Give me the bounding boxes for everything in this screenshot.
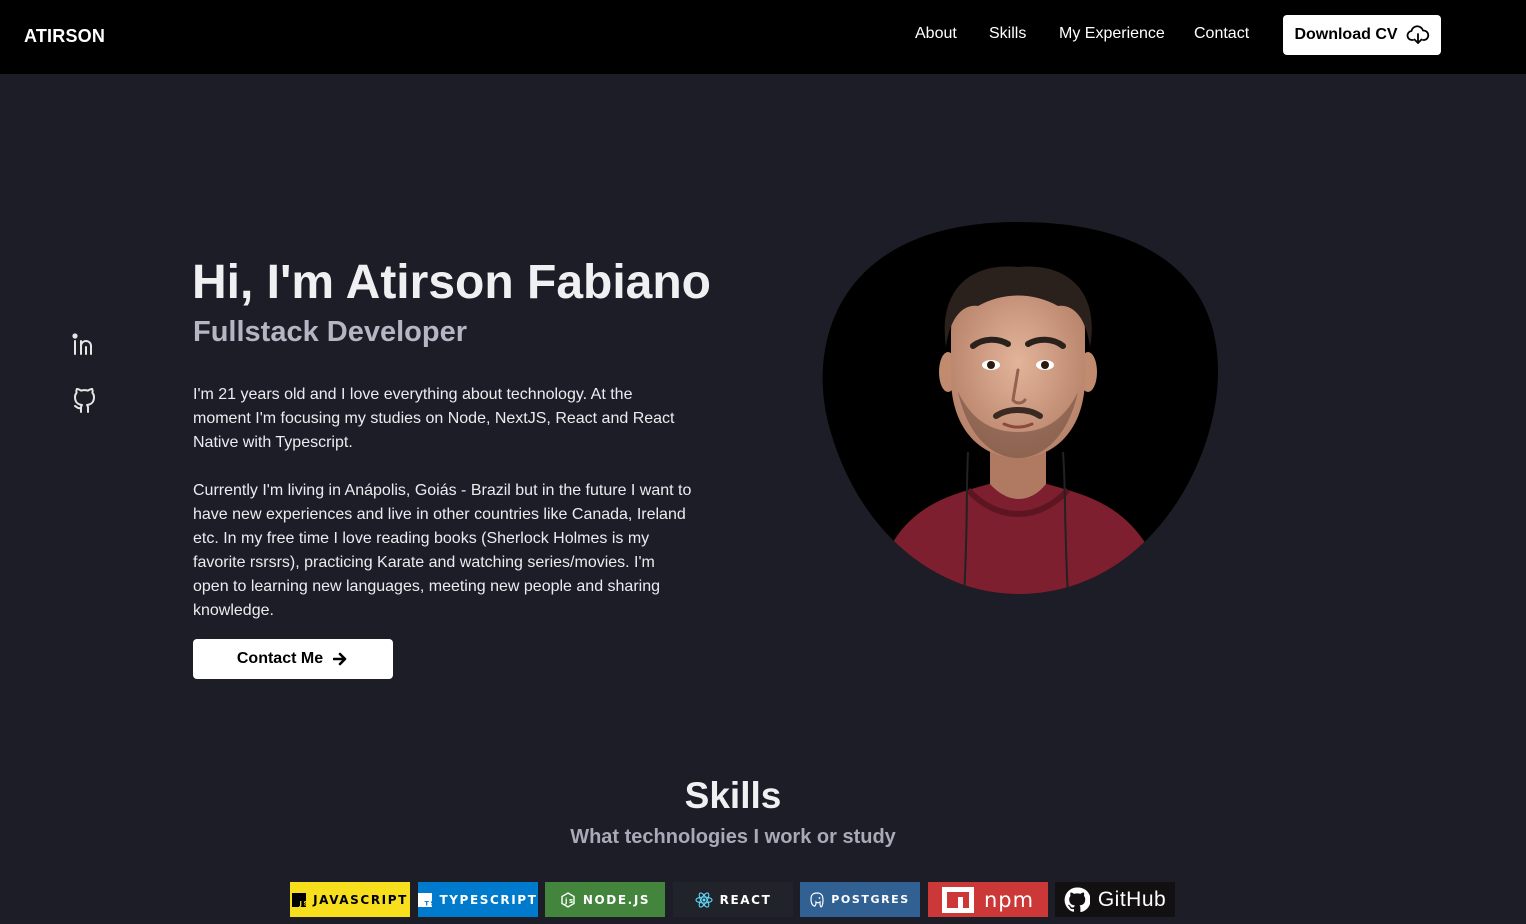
badge-postgres-label: POSTGRES [831, 893, 910, 906]
badge-npm: npm [928, 882, 1048, 917]
svg-text:js: js [564, 897, 575, 905]
badge-javascript: JS JAVASCRIPT [290, 882, 410, 917]
arrow-right-icon [333, 652, 349, 666]
javascript-icon: JS [292, 892, 307, 907]
github-icon[interactable] [70, 387, 98, 415]
badge-nodejs-label: NODE.JS [582, 892, 651, 907]
badge-github: GitHub [1055, 882, 1175, 917]
typescript-icon: TS [418, 892, 433, 907]
bio-paragraph-2: Currently I'm living in Anápolis, Goiás … [193, 482, 692, 619]
react-icon [695, 891, 713, 908]
badge-npm-label: npm [983, 887, 1035, 912]
svg-text:JS: JS [299, 899, 307, 907]
badge-javascript-label: JAVASCRIPT [313, 892, 408, 907]
badge-nodejs: js NODE.JS [545, 882, 665, 917]
badge-postgres: POSTGRES [800, 882, 920, 917]
nav-link-experience[interactable]: My Experience [1059, 25, 1165, 43]
skills-subtitle: What technologies I work or study [570, 826, 896, 848]
contact-me-button[interactable]: Contact Me [193, 639, 393, 679]
badge-typescript: TS TYPESCRIPT [418, 882, 538, 917]
download-cv-button[interactable]: Download CV [1283, 15, 1441, 55]
download-cv-label: Download CV [1294, 26, 1398, 43]
badge-react-label: REACT [719, 892, 772, 907]
navbar: ATIRSON About Skills My Experience Conta… [0, 0, 1526, 74]
github-logo-icon [1064, 887, 1090, 913]
hero-title: Hi, I'm Atirson Fabiano [192, 256, 711, 309]
badge-github-label: GitHub [1097, 887, 1167, 911]
npm-icon [941, 886, 974, 913]
contact-me-label: Contact Me [236, 650, 324, 667]
linkedin-icon[interactable] [70, 331, 98, 359]
hero-subtitle: Fullstack Developer [193, 316, 467, 348]
svg-text:TS: TS [425, 899, 433, 907]
badge-react: REACT [673, 882, 793, 917]
nav-link-about[interactable]: About [915, 25, 957, 43]
skills-title: Skills [684, 775, 782, 816]
nav-link-skills[interactable]: Skills [989, 25, 1026, 43]
nav-link-contact[interactable]: Contact [1194, 25, 1249, 43]
nodejs-icon: js [560, 891, 576, 908]
bio-paragraph-1: I'm 21 years old and I love everything a… [193, 386, 675, 451]
badge-typescript-label: TYPESCRIPT [439, 892, 538, 907]
profile-photo [818, 222, 1218, 596]
postgres-icon [810, 891, 824, 908]
cloud-download-icon [1406, 24, 1430, 46]
brand-logo[interactable]: ATIRSON [24, 26, 105, 47]
